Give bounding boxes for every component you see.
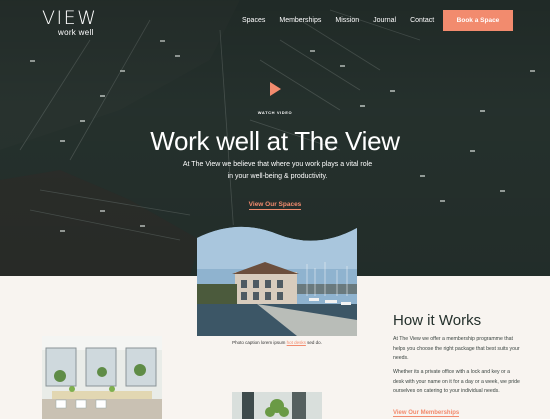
hero-description: At The View we believe that where you wo…: [182, 161, 373, 180]
nav-item-memberships[interactable]: Memberships: [279, 17, 321, 24]
how-it-works-paragraph-1: At The View we offer a membership progra…: [393, 336, 520, 361]
how-it-works-paragraph-2: Whether its a private office with a lock…: [393, 369, 520, 394]
logo-wordmark: VIEW: [42, 7, 98, 29]
nav-item-journal[interactable]: Journal: [373, 17, 396, 24]
main-nav: Spaces Memberships Mission Journal Conta…: [242, 17, 434, 24]
caption-link[interactable]: hot desks: [287, 340, 306, 345]
how-it-works-title: How it Works: [393, 312, 482, 329]
view-our-memberships-link[interactable]: View Our Memberships: [393, 410, 460, 417]
office-plant-photo: [232, 392, 322, 419]
photo-caption: Photo caption lorem ipsum hot desks sed …: [197, 340, 357, 345]
caption-text-end: sed do.: [305, 340, 322, 345]
book-a-space-button[interactable]: Book a Space: [443, 10, 513, 31]
nav-item-contact[interactable]: Contact: [410, 17, 434, 24]
nav-item-spaces[interactable]: Spaces: [242, 17, 265, 24]
nav-item-mission[interactable]: Mission: [335, 17, 359, 24]
watch-video-label[interactable]: WATCH VIDEO: [0, 110, 550, 115]
view-our-spaces-link[interactable]: View Our Spaces: [248, 201, 302, 210]
logo-tagline: work well: [58, 28, 94, 37]
caption-text: Photo caption lorem ipsum: [232, 340, 287, 345]
office-interior-photo: [42, 336, 162, 419]
hero-title: Work well at The View: [150, 126, 400, 156]
brand-logo[interactable]: VIEW work well: [42, 7, 98, 38]
play-icon[interactable]: [267, 81, 283, 97]
marina-building-photo: [197, 224, 357, 336]
